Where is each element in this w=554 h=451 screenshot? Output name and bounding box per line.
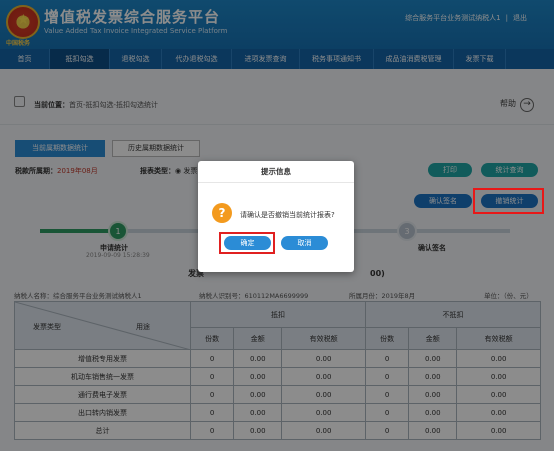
question-icon: ? — [212, 203, 232, 223]
dialog-message: 请确认是否撤销当前统计报表? — [240, 211, 335, 219]
dialog-title: 提示信息 — [198, 161, 354, 183]
highlight-box-revoke-overlay — [473, 188, 544, 214]
confirm-dialog: 提示信息 ? 请确认是否撤销当前统计报表? 确定 取消 — [198, 161, 354, 272]
cancel-button[interactable]: 取消 — [281, 236, 328, 250]
highlight-box-ok — [219, 232, 275, 254]
